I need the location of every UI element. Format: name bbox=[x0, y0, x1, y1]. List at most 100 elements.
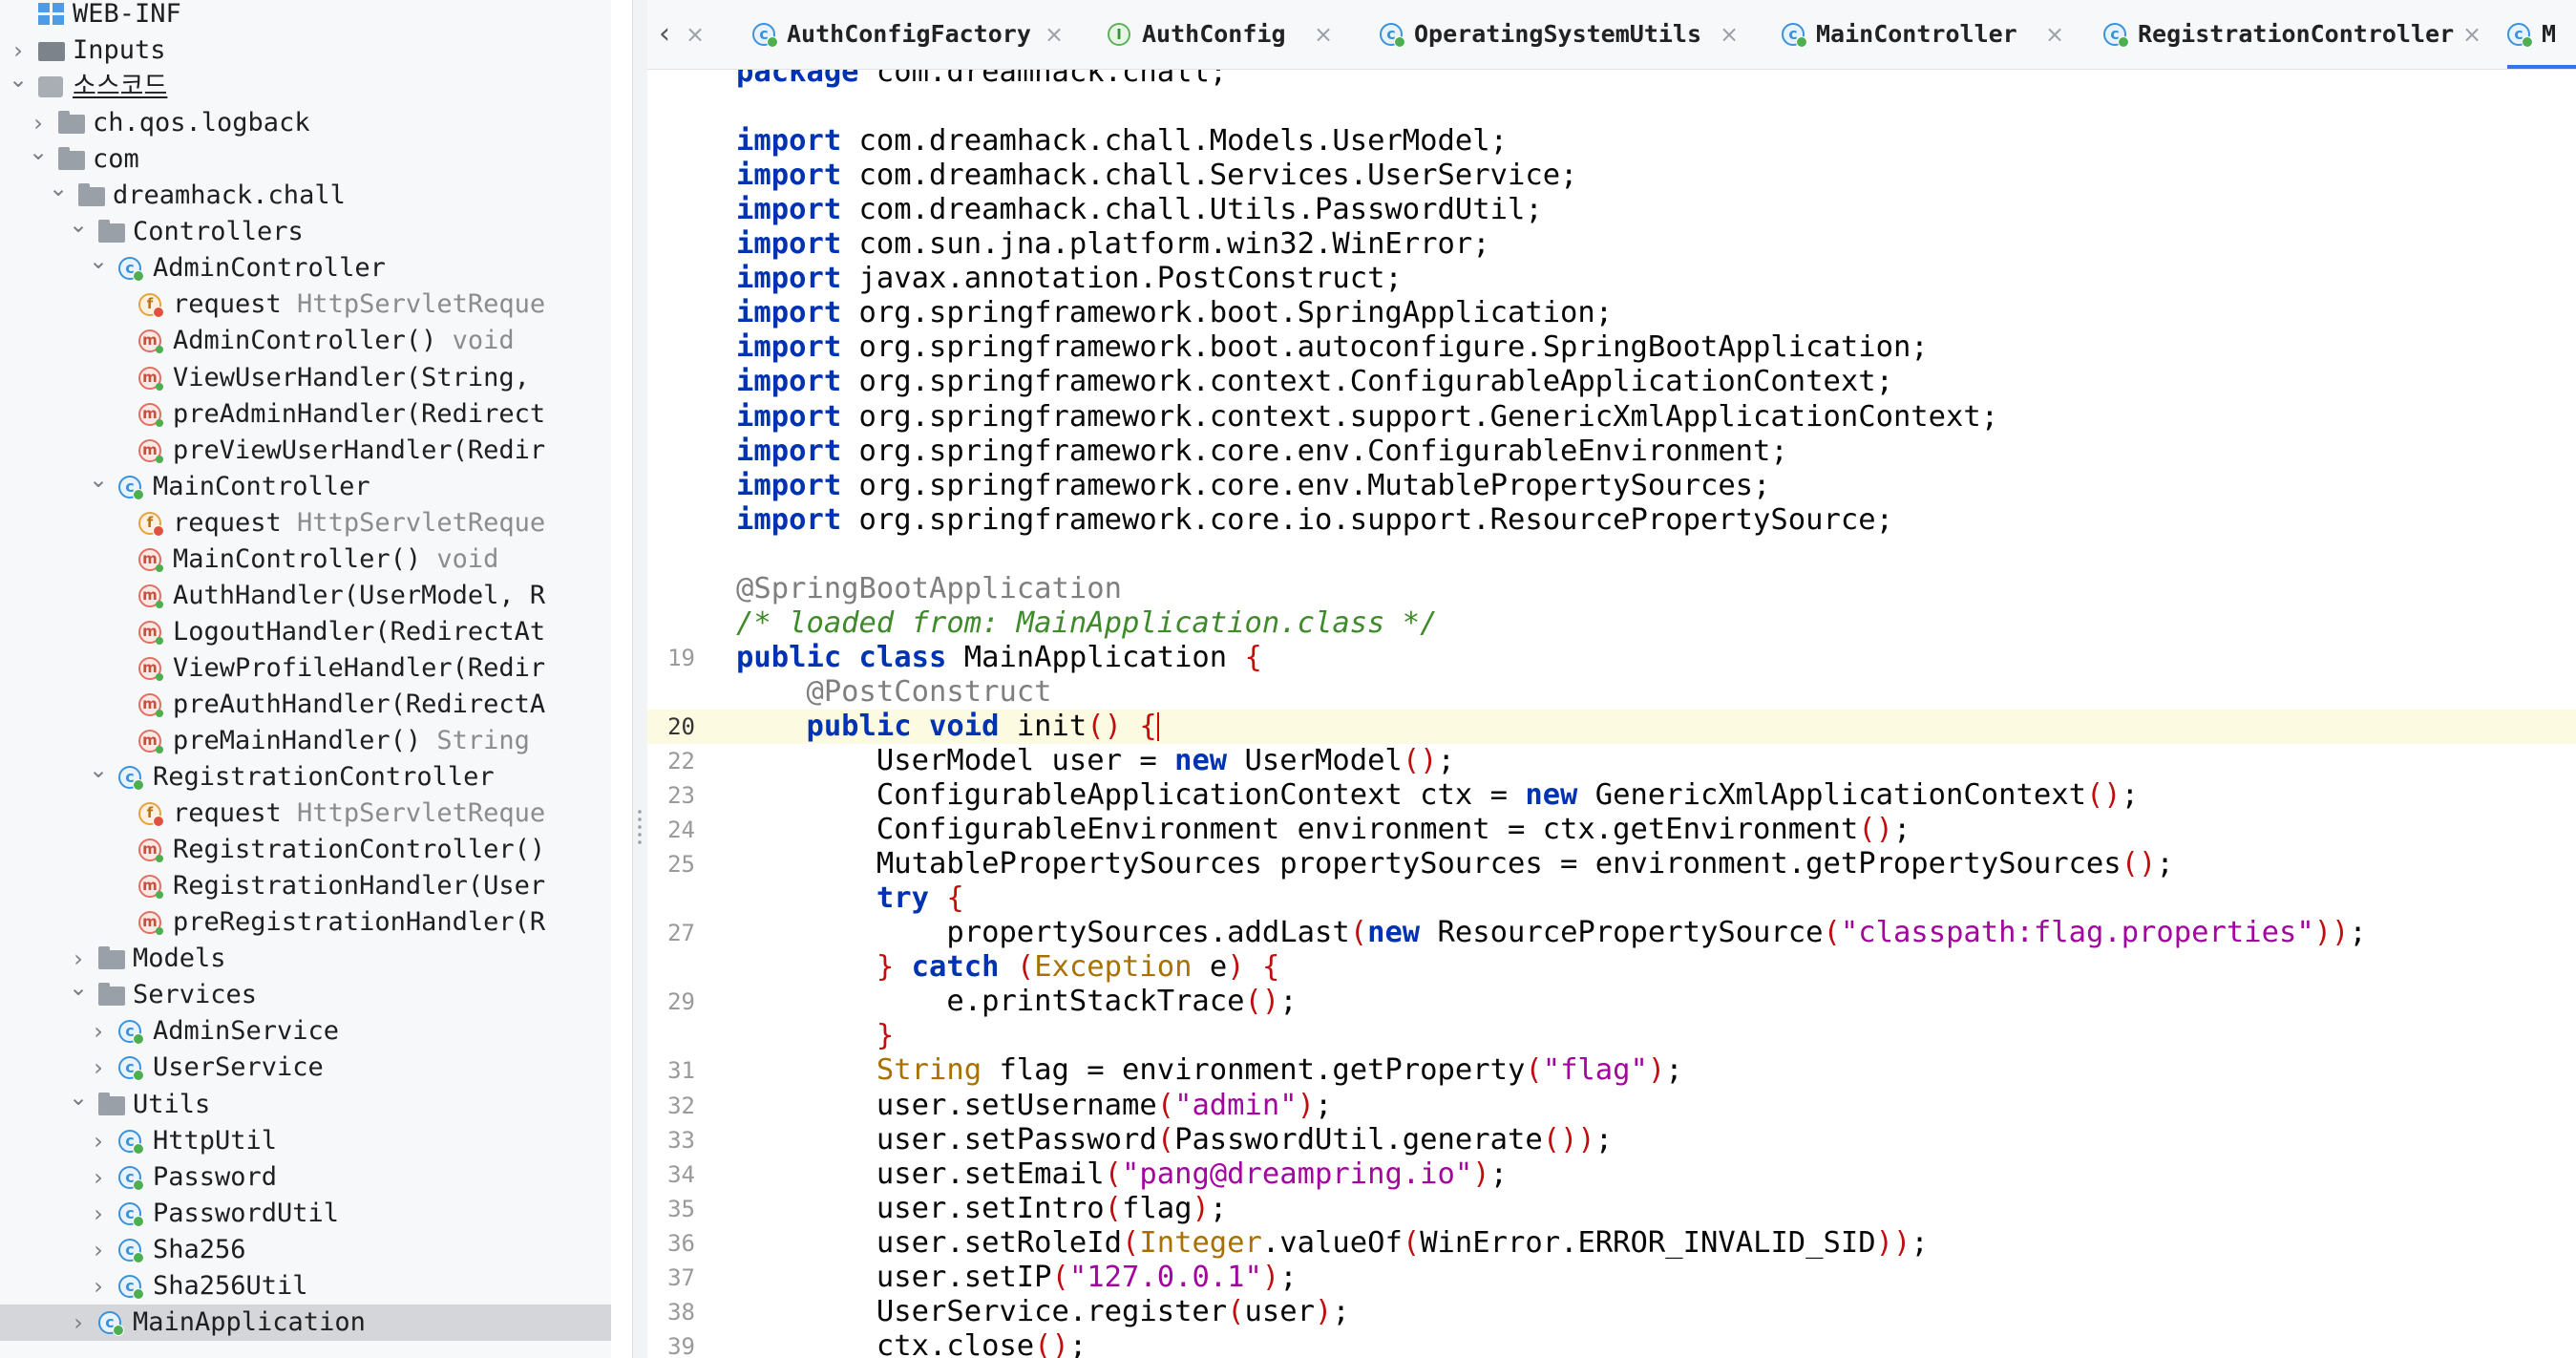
code-line[interactable]: 25 MutablePropertySources propertySource… bbox=[647, 847, 2576, 881]
tree-item[interactable]: f request HttpServletReque bbox=[0, 796, 611, 832]
chevron-right-icon[interactable]: › bbox=[88, 1123, 109, 1159]
code-line[interactable]: 29 e.printStackTrace(); bbox=[647, 985, 2576, 1019]
code-line[interactable]: 36 user.setRoleId(Integer.valueOf(WinErr… bbox=[647, 1226, 2576, 1261]
tree-item[interactable]: f request HttpServletReque bbox=[0, 286, 611, 323]
tree-item[interactable]: › ch.qos.logback bbox=[0, 105, 611, 141]
code-line[interactable] bbox=[647, 90, 2576, 124]
chevron-down-icon[interactable]: ⌄ bbox=[68, 969, 89, 1006]
tree-item[interactable]: ⌄ 소스코드 bbox=[0, 66, 611, 105]
chevron-down-icon[interactable]: ⌄ bbox=[28, 134, 49, 170]
code-line[interactable]: 35 user.setIntro(flag); bbox=[647, 1192, 2576, 1226]
code-line[interactable]: import org.springframework.boot.SpringAp… bbox=[647, 296, 2576, 330]
tree-item[interactable]: WEB-INF bbox=[0, 0, 611, 32]
code-line[interactable]: 24 ConfigurableEnvironment environment =… bbox=[647, 813, 2576, 847]
chevron-right-icon[interactable]: › bbox=[88, 1232, 109, 1268]
tree-item[interactable]: m RegistrationHandler(User bbox=[0, 868, 611, 904]
code-line[interactable]: 39 ctx.close(); bbox=[647, 1329, 2576, 1358]
tree-item[interactable]: m ViewUserHandler(String, bbox=[0, 360, 611, 396]
chevron-down-icon[interactable]: ⌄ bbox=[68, 206, 89, 243]
chevron-down-icon[interactable]: ⌄ bbox=[68, 1079, 89, 1115]
code-line[interactable]: import com.dreamhack.chall.Services.User… bbox=[647, 159, 2576, 193]
tree-item[interactable]: m MainController() void bbox=[0, 541, 611, 578]
editor-tab[interactable]: c MainController × bbox=[1782, 0, 2068, 69]
close-icon[interactable]: × bbox=[686, 0, 705, 69]
chevron-down-icon[interactable]: ⌄ bbox=[8, 61, 29, 97]
tab-close-icon[interactable]: × bbox=[1045, 0, 1064, 69]
code-line[interactable]: import org.springframework.context.suppo… bbox=[647, 400, 2576, 435]
code-line[interactable]: package com.dreamhack.chall; bbox=[647, 70, 2576, 90]
tree-item[interactable]: › Inputs bbox=[0, 32, 611, 69]
editor-tab[interactable]: I AuthConfig × bbox=[1108, 0, 1337, 69]
code-line[interactable]: /* loaded from: MainApplication.class */ bbox=[647, 606, 2576, 641]
tree-item[interactable]: › c UserService bbox=[0, 1050, 611, 1086]
tree-item[interactable]: m preAuthHandler(RedirectA bbox=[0, 687, 611, 723]
tree-item[interactable]: › c HttpUtil bbox=[0, 1123, 611, 1159]
tree-item[interactable]: m ViewProfileHandler(Redir bbox=[0, 650, 611, 687]
code-line[interactable]: import org.springframework.core.env.Muta… bbox=[647, 469, 2576, 503]
code-line[interactable]: @SpringBootApplication bbox=[647, 572, 2576, 606]
chevron-right-icon[interactable]: › bbox=[88, 1013, 109, 1050]
code-line[interactable]: import org.springframework.boot.autoconf… bbox=[647, 330, 2576, 365]
code-line[interactable]: import com.dreamhack.chall.Models.UserMo… bbox=[647, 124, 2576, 159]
editor-tab[interactable]: c OperatingSystemUtils × bbox=[1380, 0, 1742, 69]
chevron-right-icon[interactable]: › bbox=[88, 1159, 109, 1196]
tab-close-icon[interactable]: × bbox=[1720, 0, 1739, 69]
tree-item[interactable]: ⌄ Services bbox=[0, 974, 611, 1013]
editor-tab[interactable]: c AuthConfigFactory × bbox=[752, 0, 1067, 69]
tree-item[interactable]: m LogoutHandler(RedirectAt bbox=[0, 614, 611, 650]
chevron-down-icon[interactable]: ⌄ bbox=[88, 461, 109, 498]
chevron-down-icon[interactable]: ⌄ bbox=[88, 243, 109, 279]
code-line[interactable]: import com.dreamhack.chall.Utils.Passwor… bbox=[647, 193, 2576, 227]
code-line[interactable]: 38 UserService.register(user); bbox=[647, 1295, 2576, 1329]
chevron-right-icon[interactable]: › bbox=[88, 1268, 109, 1305]
code-line[interactable]: try { bbox=[647, 881, 2576, 916]
code-line[interactable]: } catch (Exception e) { bbox=[647, 950, 2576, 985]
tree-item[interactable]: f request HttpServletReque bbox=[0, 505, 611, 541]
code-line[interactable]: 22 UserModel user = new UserModel(); bbox=[647, 744, 2576, 778]
tree-item[interactable]: m AuthHandler(UserModel, R bbox=[0, 578, 611, 614]
tree-item[interactable]: m preRegistrationHandler(R bbox=[0, 904, 611, 941]
code-line[interactable] bbox=[647, 538, 2576, 572]
tree-item[interactable]: › Models bbox=[0, 941, 611, 977]
tree-item[interactable]: m preAdminHandler(Redirect bbox=[0, 396, 611, 433]
code-line[interactable]: } bbox=[647, 1019, 2576, 1053]
code-line[interactable]: @PostConstruct bbox=[647, 675, 2576, 710]
tree-item[interactable]: m AdminController() void bbox=[0, 323, 611, 359]
chevron-right-icon[interactable]: › bbox=[88, 1050, 109, 1086]
tree-item[interactable]: ⌄ c MainController bbox=[0, 466, 611, 505]
tree-item[interactable]: m RegistrationController() bbox=[0, 832, 611, 868]
code-line[interactable]: import javax.annotation.PostConstruct; bbox=[647, 262, 2576, 296]
code-line[interactable]: 27 propertySources.addLast(new ResourceP… bbox=[647, 916, 2576, 950]
tree-item[interactable]: › c Sha256Util bbox=[0, 1268, 611, 1305]
tree-item[interactable]: ⌄ c AdminController bbox=[0, 247, 611, 286]
tree-item[interactable]: › c AdminService bbox=[0, 1013, 611, 1050]
chevron-right-icon[interactable]: › bbox=[68, 1305, 89, 1341]
code-line[interactable]: 33 user.setPassword(PasswordUtil.generat… bbox=[647, 1123, 2576, 1157]
code-line[interactable]: import org.springframework.context.Confi… bbox=[647, 365, 2576, 399]
code-line[interactable]: 37 user.setIP("127.0.0.1"); bbox=[647, 1261, 2576, 1295]
tree-item[interactable]: › c Sha256 bbox=[0, 1232, 611, 1268]
code-line[interactable]: import com.sun.jna.platform.win32.WinErr… bbox=[647, 227, 2576, 262]
chevron-right-icon[interactable]: › bbox=[88, 1196, 109, 1232]
editor-tab[interactable]: cM bbox=[2507, 0, 2576, 69]
tree-item[interactable]: ⌄ c RegistrationController bbox=[0, 756, 611, 796]
code-line[interactable]: import org.springframework.core.io.suppo… bbox=[647, 503, 2576, 538]
tree-item[interactable]: ⌄ dreamhack.chall bbox=[0, 175, 611, 214]
chevron-down-icon[interactable]: ⌄ bbox=[88, 752, 109, 788]
tree-item[interactable]: › c PasswordUtil bbox=[0, 1196, 611, 1232]
tree-item[interactable]: › c MainApplication bbox=[0, 1304, 611, 1341]
code-line[interactable]: import org.springframework.core.env.Conf… bbox=[647, 435, 2576, 469]
tree-item[interactable]: ⌄ com bbox=[0, 138, 611, 178]
tab-close-icon[interactable]: × bbox=[1314, 0, 1333, 69]
tree-item[interactable]: › c Password bbox=[0, 1159, 611, 1196]
code-line[interactable]: 31 String flag = environment.getProperty… bbox=[647, 1053, 2576, 1088]
tab-scroll-left-icon[interactable]: ‹ bbox=[659, 0, 670, 69]
tree-item[interactable]: ⌄ Utils bbox=[0, 1084, 611, 1123]
editor-tab[interactable]: c RegistrationController × bbox=[2103, 0, 2485, 69]
code-line[interactable]: 32 user.setUsername("admin"); bbox=[647, 1089, 2576, 1123]
code-line[interactable]: 23 ConfigurableApplicationContext ctx = … bbox=[647, 778, 2576, 813]
code-line[interactable]: 19 public class MainApplication { bbox=[647, 641, 2576, 675]
tab-close-icon[interactable]: × bbox=[2462, 0, 2481, 69]
chevron-down-icon[interactable]: ⌄ bbox=[48, 170, 69, 206]
code-editor[interactable]: package com.dreamhack.chall; import com.d… bbox=[647, 70, 2576, 1358]
